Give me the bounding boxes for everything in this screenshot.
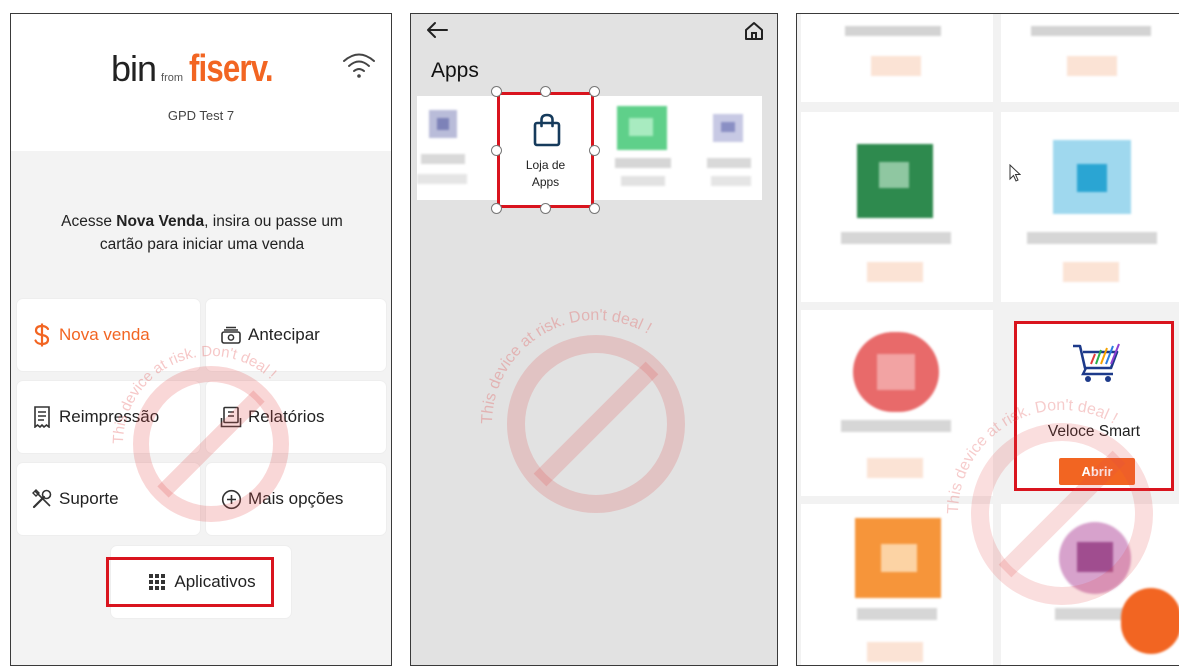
- selection-handle[interactable]: [491, 203, 502, 214]
- app-card-blurred[interactable]: [1001, 112, 1179, 302]
- receipt-icon: [31, 406, 53, 428]
- reimpressao-button[interactable]: Reimpressão: [17, 381, 200, 453]
- app-card-blurred[interactable]: [801, 112, 993, 302]
- tools-icon: [31, 488, 53, 510]
- suporte-button[interactable]: Suporte: [17, 463, 200, 535]
- veloce-smart-name: Veloce Smart: [1047, 423, 1141, 440]
- cash-stack-icon: [220, 324, 242, 346]
- app-card-blurred[interactable]: [1001, 14, 1179, 102]
- app-icon-blurred-3[interactable]: [713, 114, 743, 142]
- home-icon[interactable]: [743, 20, 765, 47]
- nova-venda-label: Nova venda: [59, 325, 150, 344]
- reimpressao-label: Reimpressão: [59, 407, 160, 426]
- selection-handle[interactable]: [540, 86, 551, 97]
- logo-bin-text: bin: [111, 48, 157, 89]
- selection-handle[interactable]: [589, 203, 600, 214]
- home-header: bin from fiserv. GPD Test 7: [11, 14, 391, 151]
- app-label-blurred-2: [615, 158, 671, 168]
- aplicativos-highlight: [106, 557, 274, 607]
- back-arrow-icon[interactable]: [425, 20, 449, 45]
- mouse-cursor-icon: [1009, 163, 1022, 187]
- app-store-panel: Veloce Smart Abrir This device at risk. …: [796, 13, 1179, 666]
- relatorios-button[interactable]: Relatórios: [206, 381, 386, 453]
- selection-handle[interactable]: [589, 145, 600, 156]
- device-name: GPD Test 7: [167, 108, 235, 123]
- shopping-bag-icon: [532, 113, 562, 152]
- bin-fiserv-logo: bin from fiserv.: [111, 48, 291, 91]
- report-icon: [220, 406, 242, 428]
- risk-watermark: This device at risk. Don't deal !: [479, 307, 685, 513]
- plus-circle-icon: [220, 488, 242, 510]
- app-icon-blurred-1[interactable]: [429, 110, 457, 138]
- app-label-blurred-3: [707, 158, 751, 168]
- shopping-cart-icon: [1071, 340, 1123, 389]
- app-icon-blurred-2[interactable]: [617, 106, 667, 150]
- app-card-blurred[interactable]: [801, 14, 993, 102]
- nova-venda-button[interactable]: Nova venda: [17, 299, 200, 371]
- veloce-smart-card[interactable]: Veloce Smart Abrir: [1014, 321, 1174, 491]
- app-label-blurred-1: [421, 154, 465, 164]
- selection-handle[interactable]: [540, 203, 551, 214]
- mais-opcoes-button[interactable]: Mais opções: [206, 463, 386, 535]
- abrir-button[interactable]: Abrir: [1059, 458, 1135, 485]
- app-label-blurred-2b: [621, 176, 665, 186]
- logo-from-text: from: [161, 72, 184, 84]
- selection-handle[interactable]: [491, 145, 502, 156]
- apps-screen-panel: Apps Loja de Apps This device at risk. D…: [410, 13, 778, 666]
- mais-opcoes-label: Mais opções: [248, 489, 344, 508]
- page-title: Apps: [431, 59, 479, 82]
- wifi-icon: [341, 50, 377, 85]
- dollar-icon: [31, 323, 53, 347]
- app-card-blurred[interactable]: [801, 504, 993, 665]
- app-card-blurred[interactable]: [801, 310, 993, 496]
- selection-handle[interactable]: [589, 86, 600, 97]
- home-screen-panel: bin from fiserv. GPD Test 7 Acesse Nova …: [10, 13, 392, 666]
- loja-de-apps-tile[interactable]: Loja de Apps: [497, 92, 594, 208]
- svg-text:This device at risk. Don't dea: This device at risk. Don't deal !: [479, 307, 654, 424]
- relatorios-label: Relatórios: [248, 407, 325, 426]
- app-card-blurred[interactable]: [1001, 504, 1179, 665]
- logo-fiserv-text: fiserv.: [189, 48, 274, 90]
- loja-de-apps-label: Loja de Apps: [525, 158, 566, 189]
- antecipar-label: Antecipar: [248, 325, 320, 344]
- app-label-blurred-3b: [711, 176, 751, 186]
- instructions-text: Acesse Nova Venda, insira ou passe um ca…: [61, 213, 343, 253]
- suporte-label: Suporte: [59, 489, 119, 508]
- antecipar-button[interactable]: Antecipar: [206, 299, 386, 371]
- app-label-blurred-1b: [417, 174, 467, 184]
- selection-handle[interactable]: [491, 86, 502, 97]
